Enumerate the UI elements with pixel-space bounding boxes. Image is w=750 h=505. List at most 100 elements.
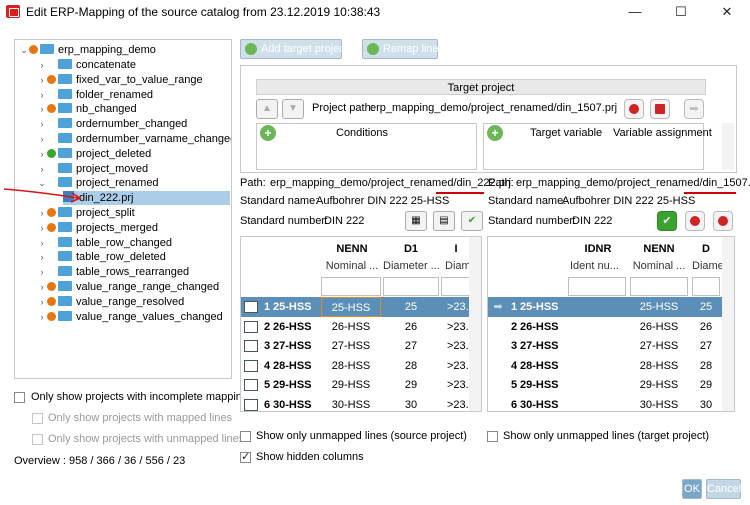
tree-item[interactable]: › projects_merged: [37, 221, 158, 235]
confirm-source-button[interactable]: ✔: [461, 211, 483, 231]
tgt-col-2-filter[interactable]: [630, 277, 688, 296]
edit-view-button[interactable]: ▤: [433, 211, 455, 231]
chevron-right-icon[interactable]: ›: [37, 280, 47, 294]
tree-item[interactable]: › project_moved: [37, 162, 148, 176]
tree-item[interactable]: › table_row_deleted: [37, 250, 166, 264]
tgt-unmapped-checkbox[interactable]: [487, 431, 498, 442]
cell-diam[interactable]: >23.6: [447, 317, 469, 337]
chevron-right-icon[interactable]: ›: [37, 117, 47, 131]
cell-d[interactable]: 29: [692, 375, 720, 395]
delete-target-button[interactable]: [624, 99, 644, 119]
cell-d1[interactable]: 29: [383, 375, 439, 395]
src-col-3-filter[interactable]: [441, 277, 471, 296]
cell-nenn[interactable]: 29-HSS: [630, 375, 688, 395]
chevron-down-icon[interactable]: ⌄: [19, 43, 29, 57]
remap-lines-button[interactable]: Remap lines: [362, 39, 444, 59]
table-row[interactable]: 428-HSS28-HSS28>23.6: [241, 356, 481, 376]
target-panel-scrollbar[interactable]: [722, 123, 734, 170]
chevron-right-icon[interactable]: ›: [37, 102, 47, 116]
tree-item[interactable]: › ordernumber_varname_changed: [37, 132, 231, 146]
cell-d[interactable]: 30: [692, 395, 720, 412]
chevron-right-icon[interactable]: ›: [37, 221, 47, 235]
hidden-columns-checkbox[interactable]: [240, 450, 251, 463]
add-target-project-button[interactable]: Add target project: [240, 39, 348, 59]
tree-item[interactable]: › concatenate: [37, 58, 136, 72]
table-row[interactable]: 2 26-HSS 26-HSS 26: [488, 317, 734, 337]
tree-item[interactable]: › table_rows_rearranged: [37, 265, 189, 279]
table-row[interactable]: ➡ 1 25-HSS 25-HSS 25: [488, 297, 734, 317]
cell-nenn[interactable]: 27-HSS: [321, 336, 381, 356]
cell-nenn[interactable]: 28-HSS: [321, 356, 381, 376]
arrow-right-button[interactable]: ➡: [684, 99, 704, 119]
chevron-right-icon[interactable]: ›: [37, 73, 47, 87]
chevron-right-icon[interactable]: ›: [37, 250, 47, 264]
source-grid[interactable]: NENN Nominal ... D1 Diameter ... I Diam …: [240, 236, 482, 412]
table-view-button[interactable]: ▦: [405, 211, 427, 231]
tree-item[interactable]: › value_range_range_changed: [37, 280, 219, 294]
cell-nenn[interactable]: 25-HSS: [321, 297, 381, 317]
cell-d[interactable]: 26: [692, 317, 720, 337]
remove-mapping-button[interactable]: [685, 211, 705, 231]
tree-item[interactable]: › project_deleted: [37, 147, 151, 161]
cell-d1[interactable]: 25: [383, 297, 439, 317]
cell-nenn[interactable]: 30-HSS: [321, 395, 381, 412]
src-col-1-filter[interactable]: [321, 277, 381, 296]
chevron-right-icon[interactable]: ›: [37, 265, 47, 279]
table-row[interactable]: 529-HSS29-HSS29>23.6: [241, 375, 481, 395]
source-grid-scrollbar[interactable]: [469, 237, 481, 411]
clear-mapping-button[interactable]: [713, 211, 733, 231]
arrow-up-button[interactable]: ▲: [256, 99, 278, 119]
table-row[interactable]: 6 30-HSS 30-HSS 30: [488, 395, 734, 412]
cancel-button[interactable]: Cancel: [706, 479, 741, 499]
chevron-right-icon[interactable]: ›: [37, 236, 47, 250]
target-grid[interactable]: IDNR Ident nu... NENN Nominal ... D Diam…: [487, 236, 735, 412]
cell-nenn[interactable]: 26-HSS: [321, 317, 381, 337]
maximize-button[interactable]: ☐: [658, 0, 704, 24]
cell-nenn[interactable]: 25-HSS: [630, 297, 688, 317]
cell-nenn[interactable]: 30-HSS: [630, 395, 688, 412]
ok-button[interactable]: OK: [682, 479, 702, 499]
tree-item[interactable]: › ordernumber_changed: [37, 117, 187, 131]
chevron-right-icon[interactable]: ›: [37, 147, 47, 161]
cell-nenn[interactable]: 29-HSS: [321, 375, 381, 395]
incomplete-mappings-checkbox[interactable]: [14, 392, 25, 403]
close-button[interactable]: ✕: [704, 0, 750, 24]
tree-root[interactable]: ⌄ erp_mapping_demo: [19, 43, 156, 57]
table-row[interactable]: 5 29-HSS 29-HSS 29: [488, 375, 734, 395]
src-col-2-filter[interactable]: [383, 277, 439, 296]
tree-item[interactable]: › table_row_changed: [37, 236, 172, 250]
chevron-right-icon[interactable]: ›: [37, 295, 47, 309]
target-grid-scrollbar[interactable]: [722, 237, 734, 411]
cell-d1[interactable]: 27: [383, 336, 439, 356]
table-row[interactable]: 327-HSS27-HSS27>23.6: [241, 336, 481, 356]
table-row[interactable]: 4 28-HSS 28-HSS 28: [488, 356, 734, 376]
arrow-down-button[interactable]: ▼: [282, 99, 304, 119]
tgt-col-3-filter[interactable]: [692, 277, 720, 296]
minimize-button[interactable]: —: [612, 0, 658, 24]
open-project-button[interactable]: [650, 99, 670, 119]
cell-diam[interactable]: >23.6: [447, 395, 469, 412]
add-variable-button[interactable]: +: [487, 125, 503, 141]
tree-item[interactable]: › fixed_var_to_value_range: [37, 73, 203, 87]
table-row[interactable]: 3 27-HSS 27-HSS 27: [488, 336, 734, 356]
cell-nenn[interactable]: 28-HSS: [630, 356, 688, 376]
cell-diam[interactable]: >23.6: [447, 375, 469, 395]
cell-d1[interactable]: 30: [383, 395, 439, 412]
cell-diam[interactable]: >23.6: [447, 297, 469, 317]
cell-d[interactable]: 28: [692, 356, 720, 376]
chevron-right-icon[interactable]: ›: [37, 132, 47, 146]
tree-item[interactable]: › folder_renamed: [37, 88, 153, 102]
cell-nenn[interactable]: 26-HSS: [630, 317, 688, 337]
chevron-right-icon[interactable]: ›: [37, 310, 47, 324]
chevron-right-icon[interactable]: ›: [37, 162, 47, 176]
cell-d[interactable]: 25: [692, 297, 720, 317]
cell-d1[interactable]: 26: [383, 317, 439, 337]
add-condition-button[interactable]: +: [260, 125, 276, 141]
cell-diam[interactable]: >23.6: [447, 356, 469, 376]
confirm-mapping-button[interactable]: ✔: [657, 211, 677, 231]
cell-d1[interactable]: 28: [383, 356, 439, 376]
table-row[interactable]: 630-HSS30-HSS30>23.6: [241, 395, 481, 412]
tree-item[interactable]: › nb_changed: [37, 102, 137, 116]
chevron-right-icon[interactable]: ›: [37, 58, 47, 72]
cell-diam[interactable]: >23.6: [447, 336, 469, 356]
